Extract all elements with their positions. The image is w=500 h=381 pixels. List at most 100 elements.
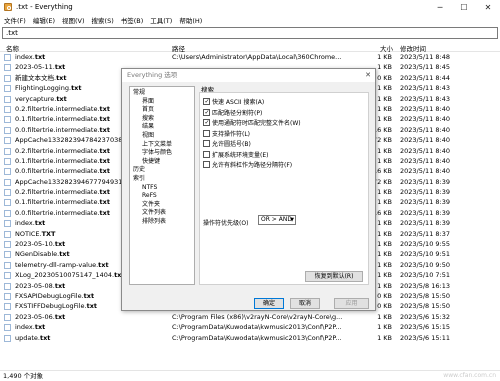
column-header: 名称 路径 大小 修改时间 bbox=[0, 41, 500, 53]
menu-view[interactable]: 视图(V) bbox=[62, 15, 85, 25]
search-input[interactable]: .txt bbox=[2, 27, 498, 39]
file-date: 2023/5/11 8:39 bbox=[400, 219, 450, 228]
option-label: 允许有斜杠作为路径分隔符(F) bbox=[212, 162, 293, 169]
file-name: telemetry-dll-ramp-value.txt bbox=[15, 260, 109, 269]
option-checkbox[interactable]: 快速 ASCII 搜索(A) bbox=[203, 97, 264, 106]
option-checkbox[interactable]: 支持操作符(L) bbox=[203, 129, 250, 138]
checkbox[interactable] bbox=[203, 150, 210, 158]
menu-bar: 文件(F) 编辑(E) 视图(V) 搜索(S) 书签(B) 工具(T) 帮助(H… bbox=[0, 14, 500, 26]
window-title: .txt - Everything bbox=[16, 3, 73, 11]
tree-item[interactable]: 历史 bbox=[133, 166, 145, 174]
table-row[interactable]: 2023-05-06.txt C:\Program Files (x86)\v2r… bbox=[0, 312, 500, 322]
maximize-button[interactable]: ☐ bbox=[452, 0, 476, 14]
table-row[interactable]: index.txt C:\Users\Administrator\AppData\… bbox=[0, 52, 500, 62]
tree-item[interactable]: 快捷键 bbox=[142, 158, 160, 166]
tree-item[interactable]: 常规 bbox=[133, 89, 145, 97]
option-checkbox[interactable]: 匹配路径分割符(P) bbox=[203, 108, 262, 117]
checkbox[interactable] bbox=[203, 119, 210, 126]
dialog-title-text: Everything 选项 bbox=[127, 71, 178, 79]
priority-select[interactable]: OR > AND ▼ bbox=[258, 215, 296, 225]
file-date: 2023/5/11 8:39 bbox=[400, 188, 450, 197]
file-name: 2023-05-11.txt bbox=[15, 63, 66, 72]
file-date: 2023/5/11 8:40 bbox=[400, 136, 450, 145]
tree-item[interactable]: 文件列表 bbox=[142, 209, 166, 217]
tree-item[interactable]: NTFS bbox=[142, 184, 157, 192]
file-name: update.txt bbox=[15, 333, 51, 342]
menu-edit[interactable]: 编辑(E) bbox=[33, 15, 55, 25]
checkbox[interactable] bbox=[203, 129, 210, 137]
menu-help[interactable]: 帮助(H) bbox=[179, 15, 202, 25]
menu-tools[interactable]: 工具(T) bbox=[150, 15, 172, 25]
table-row[interactable]: update.txt C:\ProgramData\Kuwodata\kwmusi… bbox=[0, 333, 500, 343]
tree-item[interactable]: 界面 bbox=[142, 98, 154, 106]
file-name: 2023-05-10.txt bbox=[15, 240, 66, 249]
file-icon bbox=[4, 282, 11, 290]
file-icon bbox=[4, 74, 11, 82]
file-date: 2023/5/11 8:40 bbox=[400, 125, 450, 134]
status-bar: 1,490 个对象 www.cfan.com.cn bbox=[0, 370, 500, 381]
ok-button[interactable]: 确定 bbox=[254, 298, 284, 309]
option-label: 扩展系统环境变量(E) bbox=[212, 151, 269, 159]
minimize-button[interactable]: ─ bbox=[428, 0, 452, 14]
file-date: 2023/5/10 9:55 bbox=[400, 240, 450, 249]
file-size: 1 KB bbox=[377, 333, 392, 342]
file-icon bbox=[4, 220, 11, 228]
dialog-close-icon[interactable]: ✕ bbox=[365, 69, 371, 82]
menu-search[interactable]: 搜索(S) bbox=[92, 15, 114, 25]
option-checkbox[interactable]: 允许有斜杠作为路径分隔符(F) bbox=[203, 160, 292, 169]
file-name: index.txt bbox=[15, 323, 46, 332]
tree-item[interactable]: 结果 bbox=[142, 123, 154, 131]
tree-item[interactable]: 首页 bbox=[142, 106, 154, 114]
title-bar: .txt - Everything ─ ☐ ✕ bbox=[0, 0, 500, 14]
app-icon bbox=[4, 3, 12, 11]
file-date: 2023/5/6 15:32 bbox=[400, 312, 450, 321]
checkbox[interactable] bbox=[203, 161, 210, 168]
table-row[interactable]: index.txt C:\ProgramData\Kuwodata\kwmusic… bbox=[0, 322, 500, 332]
close-button[interactable]: ✕ bbox=[476, 0, 500, 14]
file-icon bbox=[4, 292, 11, 300]
file-icon bbox=[4, 116, 11, 124]
file-icon bbox=[4, 137, 11, 145]
file-name: index.txt bbox=[15, 53, 46, 61]
apply-button[interactable]: 应用 bbox=[334, 298, 369, 309]
file-name: 0.2.filtertrie.intermediate.txt bbox=[15, 188, 110, 197]
file-date: 2023/5/11 8:39 bbox=[400, 177, 450, 186]
option-checkbox[interactable]: 使用通配符时匹配完整文件名(W) bbox=[203, 118, 301, 127]
tree-item[interactable]: 排除列表 bbox=[142, 218, 166, 226]
option-checkbox[interactable]: 扩展系统环境变量(E) bbox=[203, 150, 268, 159]
search-options-panel: 操作符优先级(O) OR > AND ▼ 恢复到默认(R) 快速 ASCII 搜… bbox=[199, 92, 369, 285]
cancel-button[interactable]: 取消 bbox=[290, 298, 320, 309]
file-date: 2023/5/10 7:51 bbox=[400, 271, 450, 280]
file-name: FlightingLogging.txt bbox=[15, 84, 82, 93]
checkbox[interactable] bbox=[203, 108, 210, 116]
tree-item[interactable]: 索引 bbox=[133, 175, 145, 183]
chevron-down-icon: ▼ bbox=[290, 217, 294, 223]
menu-bookmarks[interactable]: 书签(B) bbox=[121, 15, 144, 25]
file-name: NGenDisable.txt bbox=[15, 250, 70, 259]
file-size: 1 KB bbox=[377, 323, 392, 332]
file-name: 0.1.filtertrie.intermediate.txt bbox=[15, 115, 110, 124]
checkbox[interactable] bbox=[203, 98, 210, 105]
file-name: FXSTIFFDebugLogFile.txt bbox=[15, 302, 98, 311]
file-icon bbox=[4, 241, 11, 249]
option-checkbox[interactable]: 允许圆括号(B) bbox=[203, 139, 251, 148]
tree-item[interactable]: 文件夹 bbox=[142, 201, 160, 209]
checkbox[interactable] bbox=[203, 140, 210, 147]
file-date: 2023/5/11 8:40 bbox=[400, 146, 450, 155]
file-icon bbox=[4, 209, 11, 217]
file-date: 2023/5/8 15:50 bbox=[400, 302, 450, 311]
file-icon bbox=[4, 64, 11, 72]
tree-item[interactable]: 字体与颜色 bbox=[142, 149, 172, 157]
priority-label: 操作符优先级(O) bbox=[203, 220, 249, 227]
file-date: 2023/5/11 8:40 bbox=[400, 115, 450, 124]
file-size: 1 KB bbox=[377, 53, 392, 61]
file-name: FXSAPIDebugLogFile.txt bbox=[15, 291, 95, 300]
tree-item[interactable]: 上下文菜单 bbox=[142, 141, 172, 149]
tree-item[interactable]: 视图 bbox=[142, 132, 154, 140]
tree-item[interactable]: 搜索 bbox=[142, 115, 154, 123]
tree-item[interactable]: ReFS bbox=[142, 192, 157, 200]
menu-file[interactable]: 文件(F) bbox=[4, 15, 26, 25]
restore-default-button[interactable]: 恢复到默认(R) bbox=[305, 271, 363, 282]
file-name: 0.0.filtertrie.intermediate.txt bbox=[15, 167, 110, 176]
file-icon bbox=[4, 157, 11, 165]
